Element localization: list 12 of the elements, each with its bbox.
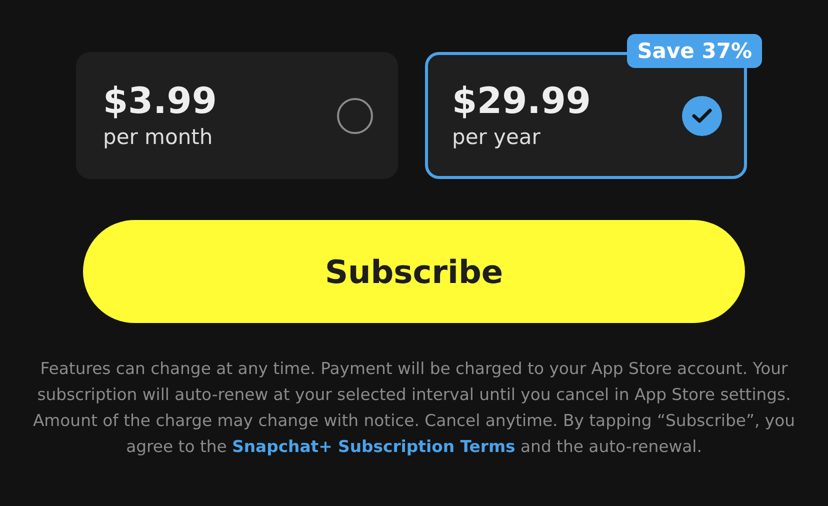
checkmark-icon: [692, 108, 712, 124]
subscribe-button[interactable]: Subscribe: [83, 220, 745, 323]
legal-text: Features can change at any time. Payment will be charged to your App Store account. Your subscription will auto-renew at your selected interval until you cancel in App Store settings. Amount of the charge may change with notice. Cancel anytime. By tapping “Subscribe”, you agree to the Snapchat+ Subscription Terms and the auto-renewal.: [32, 358, 796, 458]
plan-period: per year: [452, 124, 542, 150]
plan-price: $29.99: [452, 80, 591, 122]
discount-badge: Save 37%: [627, 34, 762, 68]
radio-button[interactable]: [682, 96, 722, 136]
terms-link[interactable]: Snapchat+ Subscription Terms: [232, 437, 516, 456]
radio-button[interactable]: [337, 98, 373, 134]
plan-period: per month: [103, 124, 214, 150]
plan-price: $3.99: [103, 80, 217, 122]
plan-card[interactable]: $3.99 per month: [76, 52, 398, 179]
